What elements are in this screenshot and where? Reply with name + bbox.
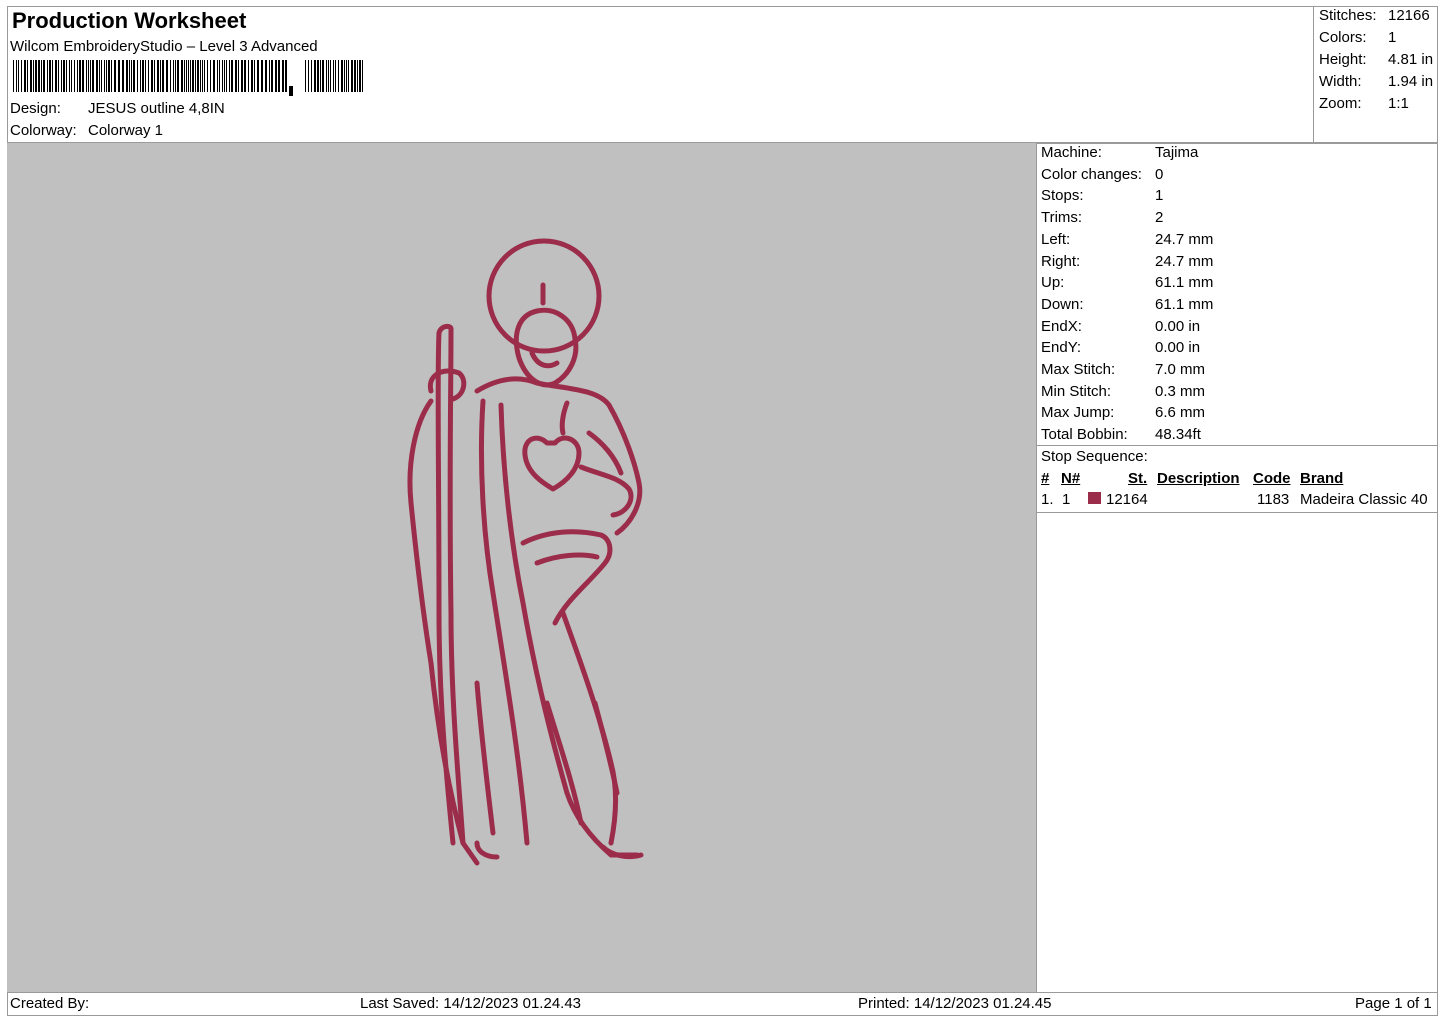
- stop-row-stitches: 12164: [1106, 491, 1148, 508]
- col-header-num: #: [1041, 470, 1050, 487]
- footer-last-saved: Last Saved: 14/12/2023 01.24.43: [360, 995, 582, 1012]
- stop-row-n: 1: [1062, 491, 1071, 508]
- detail-value: 2: [1155, 209, 1164, 227]
- detail-label: Min Stitch:: [1041, 382, 1112, 400]
- summary-width-label: Width:: [1319, 73, 1362, 90]
- detail-value: 0.00 in: [1155, 317, 1201, 335]
- barcode-image: [13, 60, 363, 96]
- software-name: Wilcom EmbroideryStudio – Level 3 Advanc…: [10, 38, 318, 55]
- detail-value: 48.34ft: [1155, 426, 1201, 444]
- col-header-code: Code: [1253, 470, 1291, 487]
- footer-printed: Printed: 14/12/2023 01.24.45: [858, 995, 1052, 1012]
- stop-row-num: 1.: [1041, 491, 1054, 508]
- col-header-description: Description: [1157, 470, 1240, 487]
- detail-label: Max Jump:: [1041, 404, 1115, 422]
- stop-row-code: 1183: [1257, 491, 1290, 508]
- col-header-brand: Brand: [1300, 470, 1344, 487]
- summary-zoom-value: 1:1: [1388, 95, 1409, 112]
- summary-height-label: Height:: [1319, 51, 1367, 68]
- detail-label: EndX:: [1041, 317, 1082, 335]
- design-value: JESUS outline 4,8IN: [88, 100, 225, 117]
- design-label: Design:: [10, 100, 61, 117]
- detail-value: 61.1 mm: [1155, 295, 1214, 313]
- notes-panel: [1036, 512, 1438, 993]
- summary-stitches-label: Stitches:: [1319, 7, 1377, 24]
- detail-label: Machine:: [1041, 144, 1102, 161]
- colorway-value: Colorway 1: [88, 122, 164, 139]
- stop-row-brand: Madeira Classic 40: [1300, 491, 1428, 508]
- stop-sequence-title: Stop Sequence:: [1041, 448, 1148, 465]
- detail-value: Tajima: [1155, 144, 1199, 161]
- embroidery-design-image: [407, 238, 644, 866]
- detail-value: 61.1 mm: [1155, 274, 1214, 292]
- colorway-label: Colorway:: [10, 122, 77, 139]
- detail-label: Down:: [1041, 295, 1084, 313]
- footer-page-number: Page 1 of 1: [1355, 995, 1432, 1012]
- footer-bar: [7, 992, 1438, 1016]
- col-header-st: St.: [1128, 470, 1148, 487]
- detail-label: Left:: [1041, 230, 1071, 248]
- detail-value: 1: [1155, 187, 1164, 205]
- footer-created-by: Created By:: [10, 995, 90, 1012]
- col-header-n: N#: [1061, 470, 1081, 487]
- summary-stitches-value: 12166: [1388, 7, 1430, 24]
- summary-zoom-label: Zoom:: [1319, 95, 1362, 112]
- detail-label: Color changes:: [1041, 165, 1142, 183]
- detail-label: Right:: [1041, 252, 1081, 270]
- detail-value: 7.0 mm: [1155, 361, 1206, 378]
- detail-value: 24.7 mm: [1155, 252, 1214, 270]
- summary-height-value: 4.81 in: [1388, 51, 1434, 68]
- detail-value: 0.3 mm: [1155, 382, 1206, 400]
- thread-color-swatch: [1088, 492, 1101, 504]
- detail-label: Stops:: [1041, 187, 1084, 205]
- summary-width-value: 1.94 in: [1388, 73, 1434, 90]
- detail-label: Total Bobbin:: [1041, 426, 1128, 444]
- design-preview-canvas: [7, 143, 1036, 993]
- detail-label: Trims:: [1041, 209, 1083, 227]
- summary-colors-label: Colors:: [1319, 29, 1367, 46]
- summary-colors-value: 1: [1388, 29, 1397, 46]
- detail-label: EndY:: [1041, 339, 1082, 357]
- detail-value: 6.6 mm: [1155, 404, 1206, 422]
- detail-value: 24.7 mm: [1155, 230, 1214, 248]
- detail-label: Max Stitch:: [1041, 361, 1116, 378]
- page-title: Production Worksheet: [12, 8, 247, 33]
- detail-label: Up:: [1041, 274, 1065, 292]
- detail-value: 0.00 in: [1155, 339, 1201, 357]
- detail-value: 0: [1155, 165, 1164, 183]
